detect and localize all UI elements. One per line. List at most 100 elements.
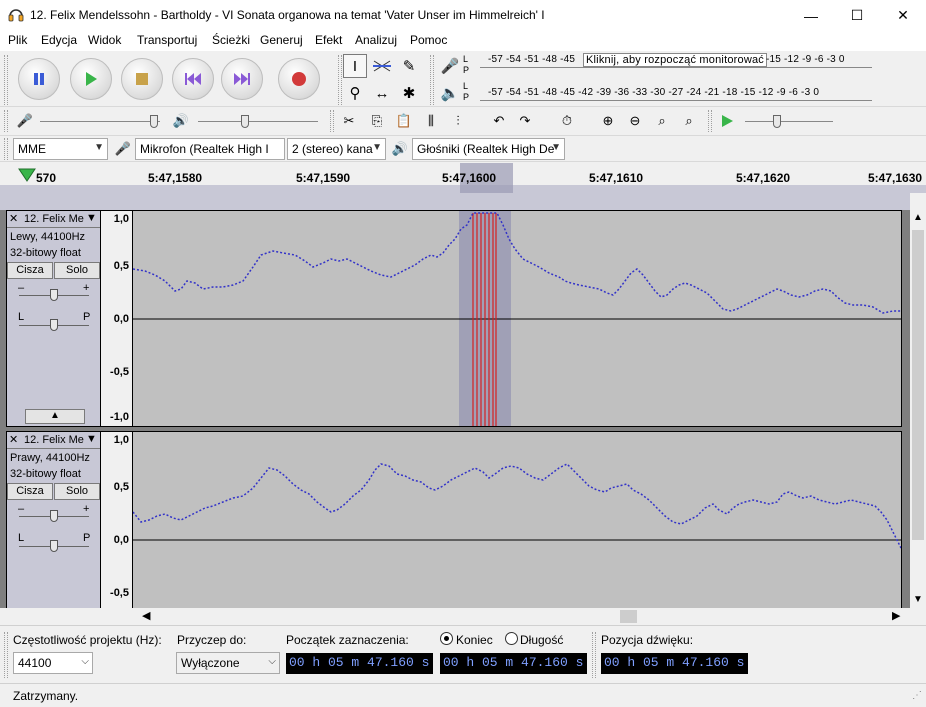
project-rate-label: Częstotliwość projektu (Hz): [13,633,162,647]
play-head-triangle-icon[interactable] [18,168,36,182]
pan-slider[interactable] [19,540,89,554]
status-bar: Zatrzymany. ⋰ [0,683,926,707]
project-rate-select[interactable]: 44100 ⌵ [13,652,93,674]
stop-button[interactable] [121,58,163,100]
resize-grip-icon[interactable]: ⋰ [912,690,922,701]
maximize-button[interactable]: ☐ [834,0,880,31]
scroll-down-icon[interactable]: ▼ [913,594,923,605]
fit-selection-icon[interactable]: ⌕ [651,110,673,132]
end-radio[interactable] [440,632,453,645]
draw-tool-icon[interactable]: ✎ [397,54,421,78]
snap-to-select[interactable]: Wyłączone ⌵ [176,652,280,674]
skip-end-button[interactable] [221,58,263,100]
silence-icon[interactable]: ⫶ [447,110,469,132]
pan-slider[interactable] [19,319,89,333]
zoom-in-icon[interactable]: ⊕ [597,110,619,132]
zoom-tool-icon[interactable]: ⚲ [343,81,367,105]
multi-tool-icon[interactable]: ✱ [397,81,421,105]
pause-button[interactable] [18,58,60,100]
timeline-label: 5:47,1600 [442,171,497,185]
menu-help[interactable]: Pomoc [410,33,447,47]
vertical-scrollbar[interactable]: ▲ ▼ [910,210,926,608]
play-meter[interactable]: -57 -54 -51 -48 -45 -42 -39 -36 -33 -30 … [480,87,872,101]
redo-icon[interactable]: ↷ [514,110,536,132]
timeline-label: 570 [36,171,57,185]
track-channel-info: Prawy, 44100Hz [10,452,90,464]
close-icon[interactable]: ✕ [9,433,18,446]
track-name-menu[interactable]: ✕ 12. Felix Me ▼ [7,211,100,228]
horizontal-scroll-thumb[interactable] [620,610,637,623]
record-volume-slider[interactable] [40,113,165,129]
zoom-out-icon[interactable]: ⊖ [624,110,646,132]
play-button[interactable] [70,58,112,100]
undo-icon[interactable]: ↶ [488,110,510,132]
vertical-scroll-thumb[interactable] [912,230,924,540]
menu-effect[interactable]: Efekt [315,33,342,47]
timeshift-tool-icon[interactable]: ↔ [370,81,394,105]
cut-icon[interactable]: ✂ [338,110,360,132]
timeline-label: 5:47,1580 [148,171,203,185]
play-speed-slider[interactable] [745,113,835,129]
waveform-right-channel[interactable] [132,431,902,608]
play-volume-slider[interactable] [198,113,323,129]
trim-icon[interactable]: ⫼ [420,110,442,132]
menu-view[interactable]: Widok [88,33,121,47]
waveform-left-channel[interactable] [132,210,902,427]
meter-l-label-2: L [463,81,469,91]
collapse-track-button[interactable]: ▲ [25,409,85,424]
snap-to-value: Wyłączone [181,656,240,670]
scroll-right-icon[interactable]: ▶ [892,609,900,622]
minimize-button[interactable]: — [788,0,834,31]
menu-file[interactable]: Plik [8,33,27,47]
snap-to-label: Przyczep do: [177,633,247,647]
mute-button[interactable]: Cisza [7,483,53,500]
menu-generate[interactable]: Generuj [260,33,303,47]
paste-icon[interactable]: 📋 [393,110,415,132]
envelope-tool-icon[interactable] [370,54,394,78]
play-at-speed-button[interactable] [716,110,738,132]
solo-button[interactable]: Solo [54,483,100,500]
track-name-menu[interactable]: ✕ 12. Felix Me ▼ [7,432,100,449]
record-button[interactable] [278,58,320,100]
playback-device-select[interactable]: Głośniki (Realtek High De ▼ [412,138,565,160]
record-meter[interactable]: -57 -54 -51 -48 -45 Kliknij, aby rozpocz… [480,53,872,68]
sync-lock-icon[interactable]: ⏱ [556,110,578,132]
chevron-down-icon: ▼ [86,212,97,224]
play-meter-speaker-icon[interactable]: 🔈 [438,81,462,105]
record-meter-tooltip: Kliknij, aby rozpocząć monitorować [583,53,767,67]
selection-end-time[interactable]: 00 h 05 m 47.160 s [440,653,587,674]
solo-button[interactable]: Solo [54,262,100,279]
gain-slider[interactable] [19,289,89,303]
scroll-left-icon[interactable]: ◀ [142,609,150,622]
copy-icon[interactable]: ⎘ [366,110,388,132]
audio-position-label: Pozycja dźwięku: [601,633,694,647]
audio-position-time[interactable]: 00 h 05 m 47.160 s [601,653,748,674]
fit-project-icon[interactable]: ⌕ [678,110,700,132]
audio-host-select[interactable]: MME ▼ [13,138,108,160]
track-name: 12. Felix Me [24,213,84,225]
track-1-vertical-ruler[interactable]: 1,0 0,5 0,0 -0,5 -1,0 [101,210,132,427]
recording-device-select[interactable]: Mikrofon (Realtek High I [135,138,285,160]
track-control-panel-right: ✕ 12. Felix Me ▼ Prawy, 44100Hz 32-bitow… [6,431,101,608]
scale-label: 1,0 [113,213,129,225]
speaker-device-icon: 🔊 [391,141,409,156]
horizontal-scrollbar[interactable]: ◀ ▶ [132,608,910,625]
record-meter-mic-icon[interactable]: 🎤 [438,54,462,78]
selection-start-time[interactable]: 00 h 05 m 47.160 s [286,653,433,674]
end-radio-label: Koniec [456,633,493,647]
close-button[interactable]: ✕ [880,0,926,31]
gain-slider[interactable] [19,510,89,524]
channels-select[interactable]: 2 (stereo) kana ▼ [287,138,386,160]
skip-start-button[interactable] [172,58,214,100]
menu-edit[interactable]: Edycja [41,33,77,47]
timeline-ruler[interactable]: 570 5:47,1580 5:47,1590 5:47,1600 5:47,1… [0,163,926,193]
close-icon[interactable]: ✕ [9,212,18,225]
menu-analyze[interactable]: Analizuj [355,33,397,47]
menu-tracks[interactable]: Ścieżki [212,33,250,47]
selection-tool-icon[interactable]: I [343,54,367,78]
menu-transport[interactable]: Transportuj [137,33,197,47]
track-2-vertical-ruler[interactable]: 1,0 0,5 0,0 -0,5 [101,431,132,608]
scroll-up-icon[interactable]: ▲ [913,212,923,223]
length-radio[interactable] [505,632,518,645]
mute-button[interactable]: Cisza [7,262,53,279]
